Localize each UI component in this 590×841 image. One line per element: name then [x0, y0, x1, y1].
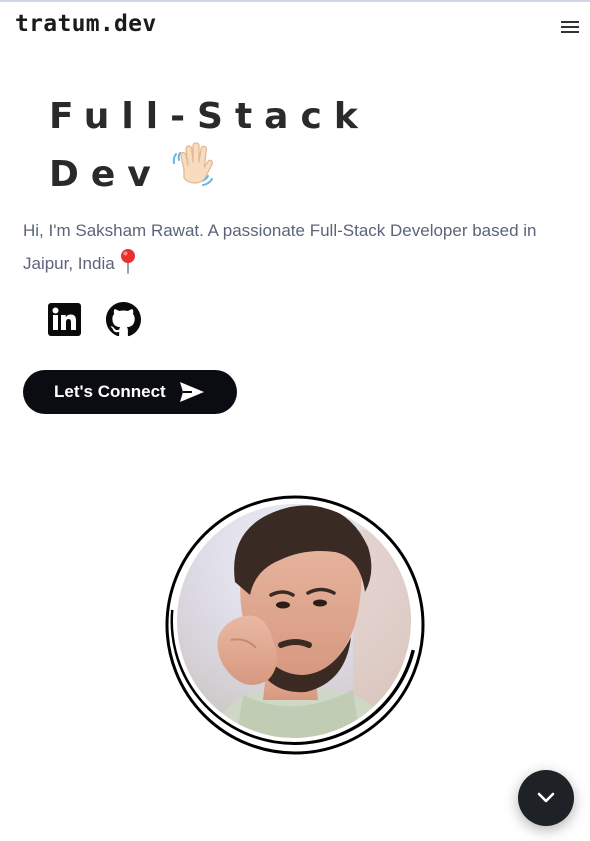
brand-logo[interactable]: tratum.dev: [15, 11, 156, 37]
profile-photo: [165, 495, 425, 755]
intro-text: Hi, I'm Saksham Rawat. A passionate Full…: [23, 221, 537, 274]
portfolio-page: tratum.dev Full-Stack Dev Hi, I'm Saksha…: [0, 0, 590, 841]
linkedin-icon[interactable]: [47, 302, 82, 337]
github-icon[interactable]: [106, 302, 141, 337]
chevron-down-icon: [537, 792, 555, 803]
waving-hand-icon: [172, 142, 213, 186]
hero-title-line-1: Full-Stack: [49, 96, 370, 137]
lets-connect-label: Let's Connect: [54, 382, 166, 401]
menu-button[interactable]: [561, 21, 579, 35]
lets-connect-button[interactable]: Let's Connect: [23, 370, 237, 414]
hamburger-menu-icon: [561, 21, 579, 23]
top-divider: [0, 0, 590, 2]
social-links: [47, 302, 141, 337]
pushpin-icon: [120, 249, 135, 274]
scroll-down-button[interactable]: [518, 770, 574, 826]
send-icon: [180, 382, 204, 402]
